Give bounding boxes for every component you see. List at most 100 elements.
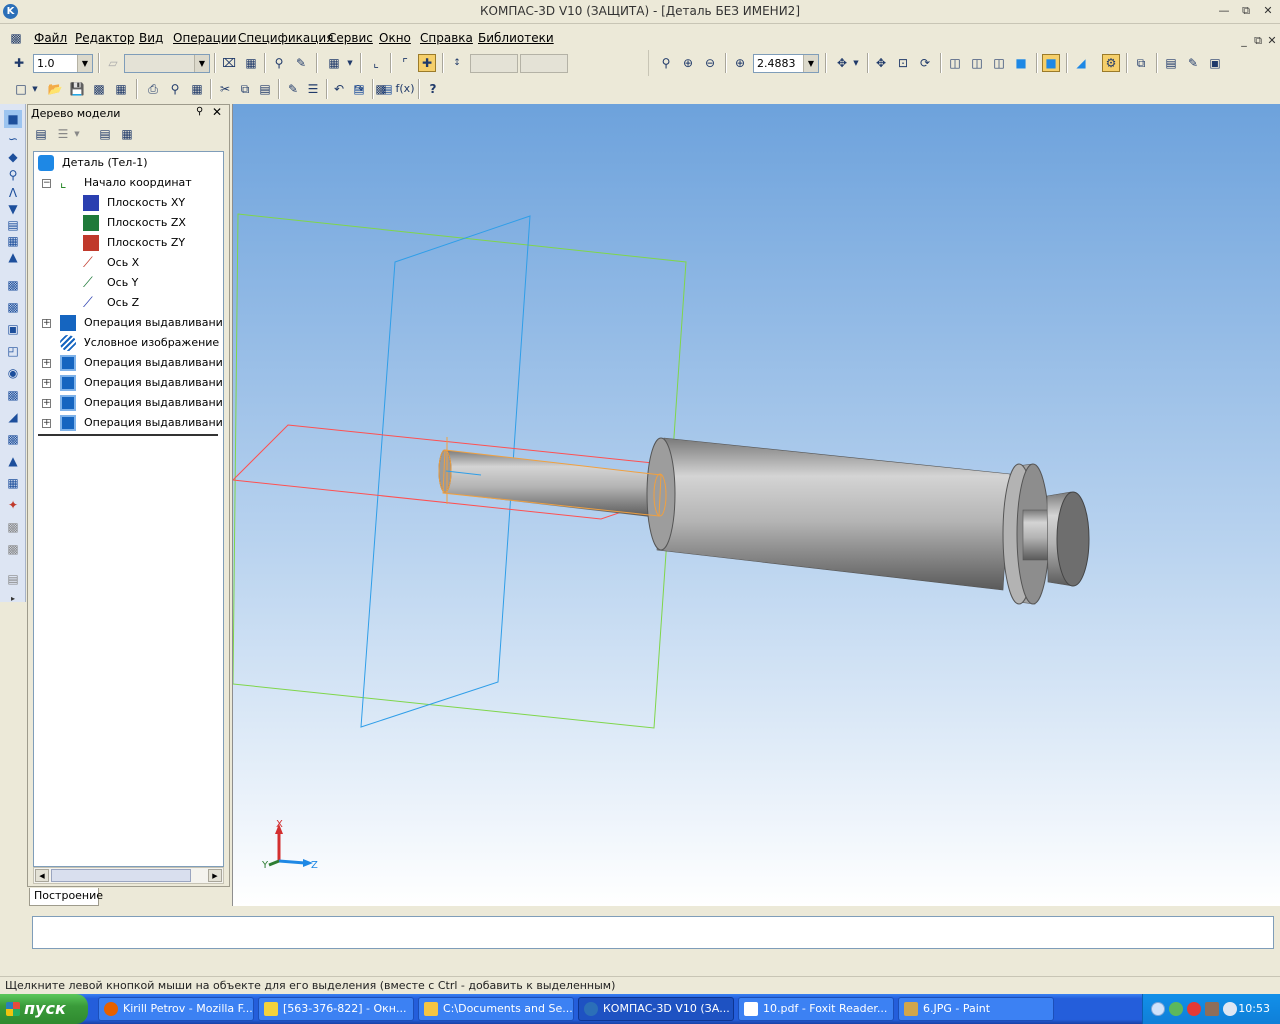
menu-window[interactable]: Окно [379, 31, 411, 45]
brush-icon[interactable]: ✎ [1184, 54, 1202, 72]
dimension-icon[interactable]: ◆ [4, 148, 22, 166]
variables-button[interactable]: f(x) [394, 80, 416, 98]
task-firefox[interactable]: Kirill Petrov - Mozilla F... [98, 997, 254, 1021]
tray-network-icon[interactable] [1205, 1002, 1219, 1016]
menu-help[interactable]: Справка [420, 31, 473, 45]
extrude-icon[interactable]: ▩ [4, 276, 22, 294]
expand-icon[interactable]: + [42, 359, 51, 368]
menu-libraries[interactable]: Библиотеки [478, 31, 554, 45]
save-preview-icon[interactable]: ▩ [90, 80, 108, 98]
tree-horizontal-scrollbar[interactable]: ◀ ▶ [33, 867, 224, 884]
show-all-icon[interactable]: ⚙ [1102, 54, 1120, 72]
start-button[interactable]: пуск [0, 994, 88, 1024]
ortho-icon[interactable]: ⌞ [367, 54, 385, 72]
copy-icon[interactable]: ⧉ [236, 80, 254, 98]
layers-icon[interactable]: ⧉ [1132, 54, 1150, 72]
open-file-icon[interactable]: 📂 [46, 80, 64, 98]
pin-icon[interactable]: ⚲ [196, 106, 203, 117]
menu-operations[interactable]: Операции [173, 31, 236, 45]
expand-icon[interactable]: + [42, 399, 51, 408]
assembly-icon[interactable]: ▤ [4, 570, 22, 588]
ruler-icon[interactable]: ▤ [1162, 54, 1180, 72]
expand-icon[interactable]: + [42, 379, 51, 388]
model-viewport[interactable]: X Y Z [231, 104, 1280, 906]
tree-order-icon[interactable]: ☰ [54, 125, 72, 143]
edit-part-icon[interactable]: ■ [4, 110, 22, 128]
pattern-icon[interactable]: ▦ [4, 474, 22, 492]
expand-icon[interactable]: + [42, 319, 51, 328]
save-icon[interactable]: 💾 [68, 80, 86, 98]
scroll-thumb[interactable] [51, 869, 191, 882]
tray-antivirus-icon[interactable] [1187, 1002, 1201, 1016]
menu-view[interactable]: Вид [139, 31, 163, 45]
hidden-lines-icon[interactable]: ◫ [968, 54, 986, 72]
view-from-normal-icon[interactable]: ▦ [242, 54, 260, 72]
sheet-metal-icon[interactable]: ▲ [4, 248, 22, 266]
shaft-end[interactable] [1046, 491, 1090, 587]
pan-icon[interactable]: ✥ [872, 54, 890, 72]
step-combo[interactable]: 1.0 ▼ [33, 54, 93, 73]
tree-structure-icon[interactable]: ▤ [32, 125, 50, 143]
measure-icon[interactable]: ⚲ [4, 166, 22, 184]
task-kompas[interactable]: КОМПАС-3D V10 (ЗА... [578, 997, 734, 1021]
layer-combo[interactable]: ▼ [124, 54, 210, 73]
coords-icon[interactable]: ↕ [448, 54, 466, 72]
close-button[interactable]: ✕ [1260, 4, 1276, 18]
task-explorer[interactable]: C:\Documents and Se... [418, 997, 574, 1021]
tree-show-icon[interactable]: ▤ [96, 125, 114, 143]
tray-expand-icon[interactable] [1151, 1002, 1165, 1016]
tree-props-icon[interactable]: ▦ [118, 125, 136, 143]
close-icon[interactable]: ✕ [212, 105, 222, 119]
hidden-thin-icon[interactable]: ◫ [990, 54, 1008, 72]
zoom-window-icon[interactable]: ⚲ [657, 54, 675, 72]
zoom-combo[interactable]: 2.4883 ▼ [753, 54, 819, 73]
grid-icon[interactable]: ▦ [325, 54, 343, 72]
zoom-in-icon[interactable]: ⊕ [679, 54, 697, 72]
menu-specification[interactable]: Спецификация [238, 31, 333, 45]
revolve-icon[interactable]: ▩ [4, 298, 22, 316]
layer-icon[interactable]: ▱ [104, 54, 122, 72]
monitor-icon[interactable]: ▣ [1206, 54, 1224, 72]
chevron-down-icon[interactable]: ▼ [30, 80, 40, 98]
task-foxit[interactable]: 10.pdf - Foxit Reader... [738, 997, 894, 1021]
snap-grid-icon[interactable]: ✚ [418, 54, 436, 72]
undo-icon[interactable]: ↶ [330, 80, 348, 98]
orient-icon[interactable]: ⌧ [220, 54, 238, 72]
menu-file[interactable]: Файл [34, 31, 67, 45]
chevron-down-icon[interactable]: ▼ [72, 125, 82, 143]
format-painter-icon[interactable]: ✎ [284, 80, 302, 98]
print-preview-icon[interactable]: ⚲ [166, 80, 184, 98]
copy-surface-icon[interactable]: ▩ [4, 540, 22, 558]
perspective-icon[interactable]: ◢ [1072, 54, 1090, 72]
rotate-icon[interactable]: ⟳ [916, 54, 934, 72]
paste-icon[interactable]: ▤ [256, 80, 274, 98]
chevron-down-icon[interactable]: ▼ [194, 55, 209, 72]
surface-icon[interactable]: ▩ [4, 518, 22, 536]
chevron-down-icon[interactable]: ▼ [345, 54, 355, 72]
property-bar[interactable] [32, 916, 1274, 949]
round-icon[interactable]: ⌜ [396, 54, 414, 72]
spline-icon[interactable]: ∽ [4, 130, 22, 148]
loft-icon[interactable]: ◢ [4, 408, 22, 426]
fillet-icon[interactable]: ◰ [4, 342, 22, 360]
rib-icon[interactable]: ▩ [4, 386, 22, 404]
expand-icon[interactable]: + [42, 419, 51, 428]
tray-app-icon[interactable] [1169, 1002, 1183, 1016]
array-icon[interactable]: ▩ [4, 430, 22, 448]
coord-x-field[interactable] [470, 54, 518, 73]
curve-icon[interactable]: ✦ [4, 496, 22, 514]
doc-close-button[interactable]: ✕ [1264, 34, 1280, 48]
shaded-edges-icon[interactable]: ■ [1042, 54, 1060, 72]
chevron-down-icon[interactable]: ▼ [77, 55, 92, 72]
tab-build[interactable]: Построение [29, 888, 103, 906]
chevron-down-icon[interactable]: ▼ [803, 55, 818, 72]
viewport-canvas[interactable]: X Y Z [231, 104, 1280, 906]
local-cs-icon[interactable]: ✚ [10, 54, 28, 72]
zoom-scale-icon[interactable]: ⊕ [731, 54, 749, 72]
zoom-out-icon[interactable]: ⊖ [701, 54, 719, 72]
eraser-icon[interactable]: ✎ [292, 54, 310, 72]
mirror-icon[interactable]: ▲ [4, 452, 22, 470]
properties-icon[interactable]: ▦ [112, 80, 130, 98]
menu-edit[interactable]: Редактор [75, 31, 134, 45]
library-manager-icon[interactable]: ▩ [372, 80, 390, 98]
